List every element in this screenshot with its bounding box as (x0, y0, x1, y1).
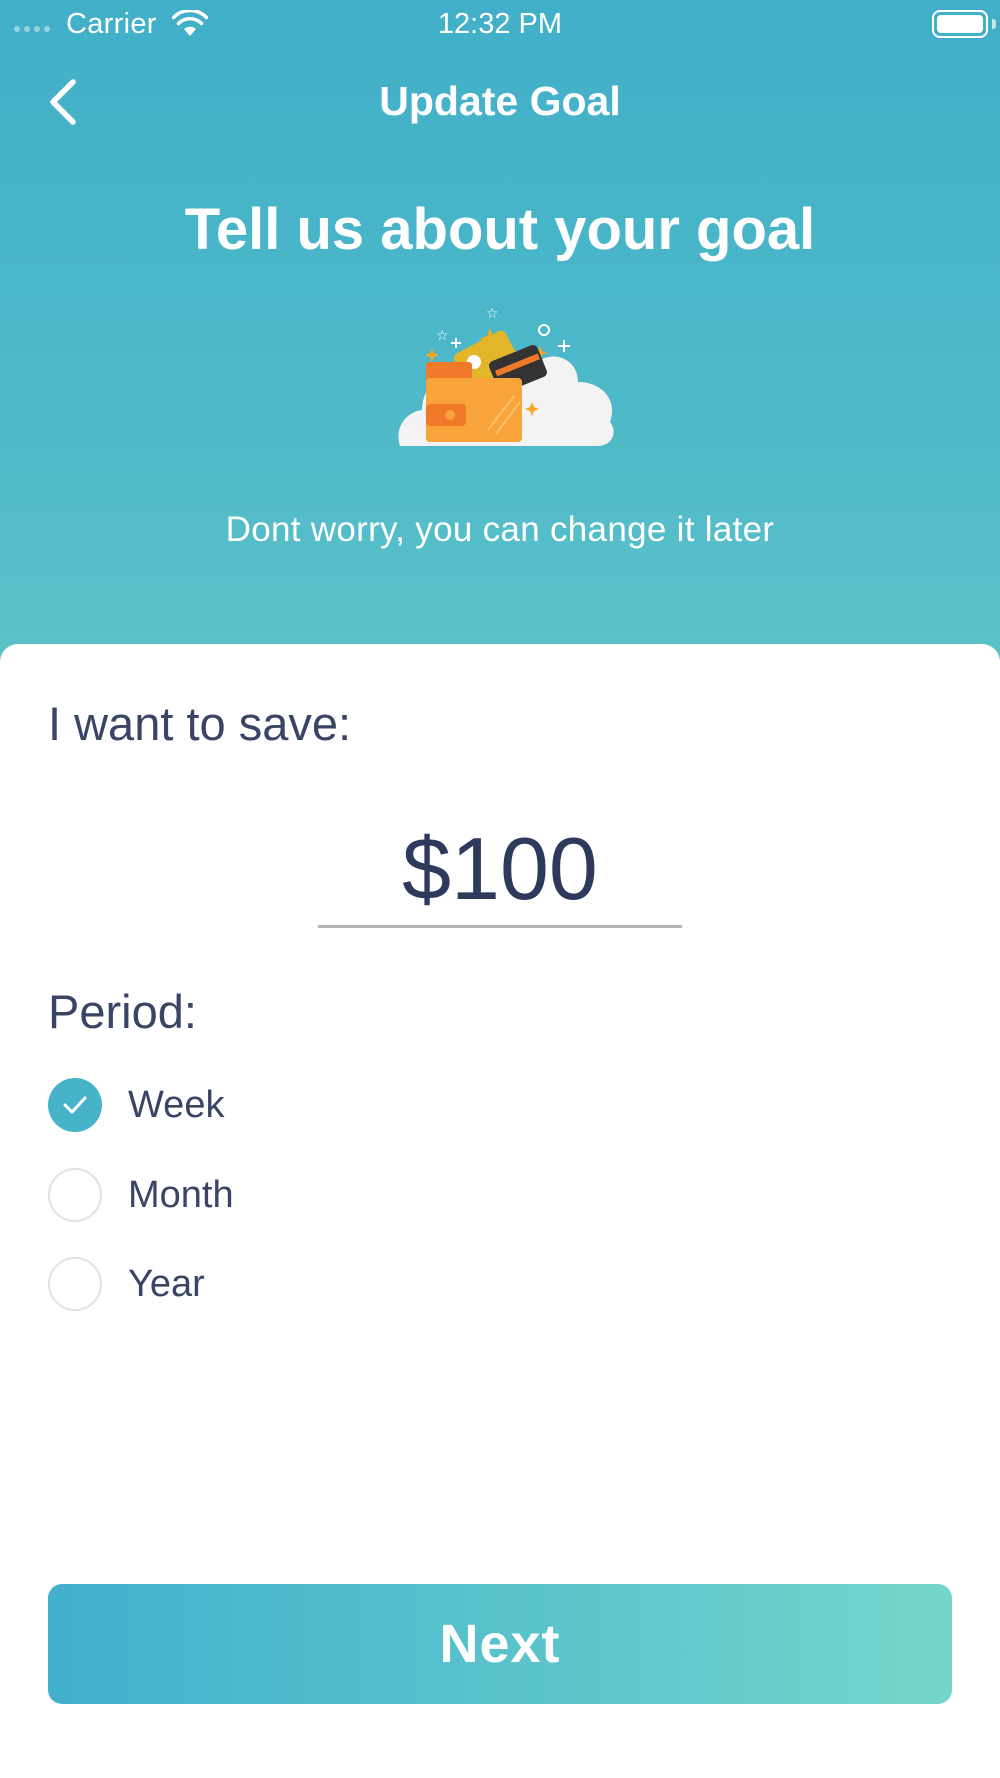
radio-unchecked-icon[interactable] (48, 1168, 102, 1222)
battery-icon (932, 10, 988, 38)
page-title: Update Goal (379, 78, 621, 124)
svg-text:☆: ☆ (436, 328, 449, 344)
subtitle: Dont worry, you can change it later (225, 510, 775, 549)
battery-tip (992, 19, 996, 29)
period-label: Period: (48, 985, 197, 1038)
next-button-label: Next (439, 1614, 561, 1674)
wallet-illustration: ☆ ☆ (392, 300, 618, 450)
radio-checked-icon[interactable] (48, 1078, 102, 1132)
period-option-month[interactable]: Month (48, 1168, 234, 1222)
goal-headline: Tell us about your goal (184, 197, 816, 262)
period-option-label: Week (128, 1083, 225, 1126)
svg-text:☆: ☆ (486, 306, 499, 322)
radio-unchecked-icon[interactable] (48, 1257, 102, 1311)
checkmark-icon (63, 1096, 87, 1114)
amount-value: $100 (402, 819, 598, 918)
status-time: 12:32 PM (437, 8, 563, 40)
period-option-week[interactable]: Week (48, 1078, 224, 1132)
status-bar: Carrier 12:32 PM (0, 0, 1000, 50)
amount-input[interactable]: $100 (318, 814, 682, 928)
goal-form-card: I want to save: $100 Period: Week Month … (0, 644, 1000, 1778)
next-button[interactable]: Next (48, 1584, 952, 1704)
save-amount-label: I want to save: (48, 697, 352, 750)
period-option-label: Month (128, 1173, 234, 1216)
period-option-year[interactable]: Year (48, 1257, 205, 1311)
period-option-label: Year (128, 1262, 205, 1305)
